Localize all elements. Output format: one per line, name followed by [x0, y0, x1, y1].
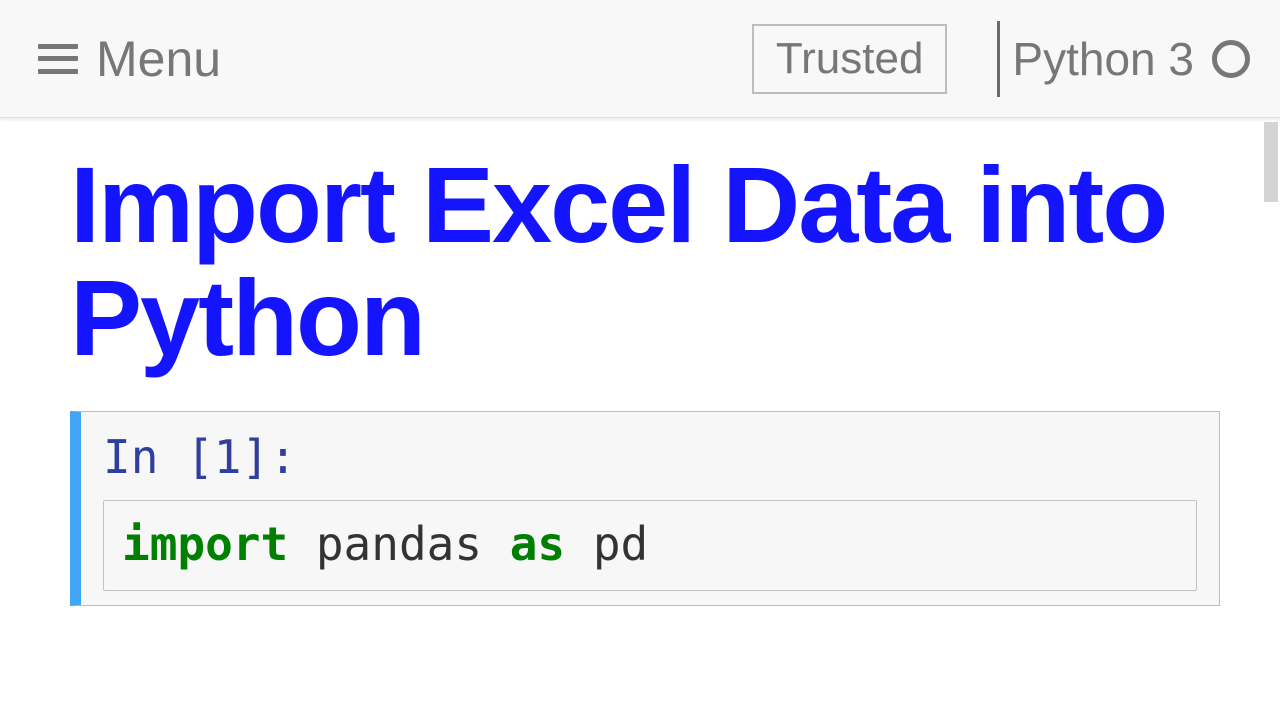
- hamburger-icon: [38, 44, 78, 74]
- module-name: pandas: [288, 517, 510, 571]
- kernel-idle-icon[interactable]: [1212, 40, 1250, 78]
- kernel-name[interactable]: Python 3: [1012, 32, 1194, 86]
- code-cell[interactable]: In [1]: import pandas as pd: [70, 411, 1220, 606]
- input-prompt: In [1]:: [103, 430, 1197, 484]
- notebook-content: Import Excel Data into Python In [1]: im…: [0, 118, 1280, 720]
- menu-label: Menu: [96, 30, 221, 88]
- menu-button[interactable]: Menu: [38, 30, 221, 88]
- keyword-import: import: [122, 517, 288, 571]
- trusted-indicator[interactable]: Trusted: [752, 24, 948, 94]
- kernel-separator: [997, 21, 1000, 97]
- code-input[interactable]: import pandas as pd: [103, 500, 1197, 591]
- alias-name: pd: [565, 517, 648, 571]
- notebook-toolbar: Menu Trusted Python 3: [0, 0, 1280, 118]
- notebook-heading: Import Excel Data into Python: [70, 148, 1220, 375]
- keyword-as: as: [510, 517, 565, 571]
